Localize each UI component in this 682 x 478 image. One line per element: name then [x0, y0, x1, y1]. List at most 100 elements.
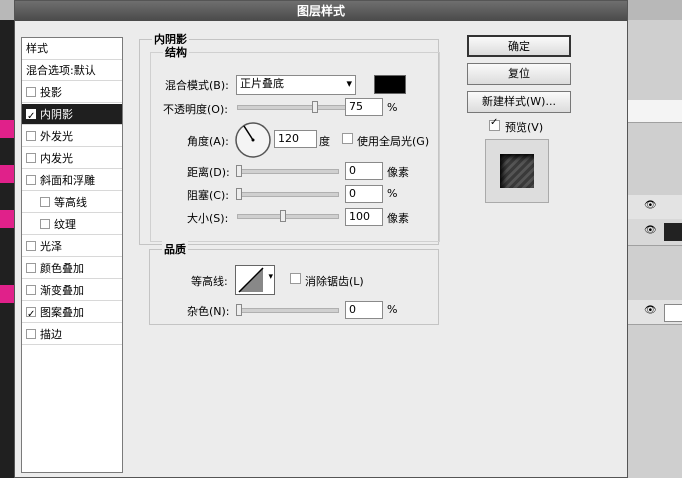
distance-unit: 像素 [387, 166, 409, 179]
style-list-checkbox[interactable] [26, 87, 36, 97]
size-slider[interactable] [237, 210, 339, 222]
blend-options-item[interactable]: 混合选项:默认 [22, 60, 122, 81]
style-list-item[interactable]: 光泽 [22, 236, 122, 257]
style-list-checkbox[interactable] [26, 285, 36, 295]
style-list-checkbox[interactable] [26, 263, 36, 273]
eye-icon[interactable]: 👁 [644, 225, 657, 236]
angle-dial[interactable] [234, 121, 272, 159]
preview-label: 预览(V) [505, 121, 544, 134]
choke-slider-handle[interactable] [236, 188, 242, 200]
new-style-button[interactable]: 新建样式(W)... [467, 91, 571, 113]
style-list-item[interactable]: 纹理 [22, 214, 122, 235]
style-list-item[interactable]: 内阴影 [22, 104, 122, 127]
style-list-item[interactable]: 颜色叠加 [22, 258, 122, 279]
style-list-item[interactable]: 外发光 [22, 126, 122, 147]
angle-unit: 度 [319, 135, 330, 148]
dialog-title: 图层样式 [15, 1, 627, 21]
style-list-item-label: 斜面和浮雕 [40, 174, 95, 187]
global-light-label: 使用全局光(G) [357, 135, 430, 148]
antialias-label: 消除锯齿(L) [305, 275, 364, 288]
reset-button[interactable]: 复位 [467, 63, 571, 85]
style-list-item-label: 纹理 [54, 218, 76, 231]
noise-slider-handle[interactable] [236, 304, 242, 316]
style-list-item[interactable]: 图案叠加 [22, 302, 122, 325]
blend-mode-label: 混合模式(B): [165, 79, 229, 92]
style-list-item-label: 等高线 [54, 196, 87, 209]
layer-style-dialog: 图层样式 样式 混合选项:默认 投影内阴影外发光内发光斜面和浮雕等高线纹理光泽颜… [14, 0, 628, 478]
noise-input[interactable]: 0 [345, 301, 383, 319]
style-list-checkbox[interactable] [40, 197, 50, 207]
style-list-item[interactable]: 等高线 [22, 192, 122, 213]
style-list-header: 样式 [22, 38, 122, 60]
blend-mode-select[interactable]: 正片叠底 ▾ [236, 75, 356, 95]
size-slider-handle[interactable] [280, 210, 286, 222]
style-list-item-label: 光泽 [40, 240, 62, 253]
choke-input[interactable]: 0 [345, 185, 383, 203]
distance-slider[interactable] [236, 165, 339, 177]
blend-mode-value: 正片叠底 [240, 77, 284, 90]
style-list-item[interactable]: 投影 [22, 82, 122, 103]
style-list-item[interactable]: 描边 [22, 324, 122, 345]
style-list-item-label: 内阴影 [40, 108, 73, 121]
layer-row[interactable]: 👁 [628, 219, 682, 246]
style-list-checkbox[interactable] [26, 241, 36, 251]
preview-swatch [500, 154, 534, 188]
global-light-checkbox[interactable] [342, 133, 353, 144]
noise-slider[interactable] [236, 304, 339, 316]
choke-label: 阻塞(C): [187, 189, 229, 202]
chevron-down-icon: ▾ [268, 272, 273, 282]
preview-checkbox[interactable] [489, 117, 500, 131]
style-list-item-label: 图案叠加 [40, 306, 84, 319]
distance-slider-handle[interactable] [236, 165, 242, 177]
contour-label: 等高线: [191, 275, 228, 288]
style-list-item-label: 外发光 [40, 130, 73, 143]
style-list-checkbox[interactable] [40, 219, 50, 229]
style-list-checkbox[interactable] [26, 106, 36, 127]
size-label: 大小(S): [187, 212, 229, 225]
chevron-down-icon: ▾ [346, 77, 352, 90]
eye-icon[interactable]: 👁 [644, 305, 657, 316]
layer-row[interactable]: 👁 [628, 300, 682, 325]
style-list-checkbox[interactable] [26, 131, 36, 141]
style-list: 样式 混合选项:默认 投影内阴影外发光内发光斜面和浮雕等高线纹理光泽颜色叠加渐变… [21, 37, 123, 473]
style-list-item-label: 投影 [40, 86, 62, 99]
shadow-color-swatch[interactable] [374, 75, 406, 94]
opacity-slider[interactable] [237, 101, 347, 113]
angle-input[interactable]: 120 [274, 130, 317, 148]
style-list-checkbox[interactable] [26, 153, 36, 163]
style-list-item-label: 渐变叠加 [40, 284, 84, 297]
style-list-item[interactable]: 渐变叠加 [22, 280, 122, 301]
background-layers-panel: 👁 👁 👁 [628, 20, 682, 478]
size-unit: 像素 [387, 212, 409, 225]
opacity-label: 不透明度(O): [163, 103, 228, 116]
opacity-unit: % [387, 101, 398, 114]
contour-preview-icon [238, 267, 264, 293]
style-list-item[interactable]: 内发光 [22, 148, 122, 169]
quality-title: 品质 [162, 241, 188, 257]
structure-title: 结构 [163, 44, 189, 60]
contour-picker[interactable]: ▾ [235, 265, 275, 295]
style-list-item[interactable]: 斜面和浮雕 [22, 170, 122, 191]
ok-button[interactable]: 确定 [467, 35, 571, 57]
distance-input[interactable]: 0 [345, 162, 383, 180]
style-list-item-label: 内发光 [40, 152, 73, 165]
preview-box [485, 139, 549, 203]
choke-slider[interactable] [236, 188, 339, 200]
distance-label: 距离(D): [187, 166, 230, 179]
opacity-slider-handle[interactable] [312, 101, 318, 113]
choke-unit: % [387, 187, 398, 200]
opacity-input[interactable]: 75 [345, 98, 383, 116]
style-list-item-label: 描边 [40, 328, 62, 341]
layer-thumbnail [664, 304, 682, 322]
angle-label: 角度(A): [187, 135, 229, 148]
layer-row[interactable]: 👁 [628, 195, 682, 220]
eye-icon[interactable]: 👁 [644, 200, 657, 211]
antialias-checkbox[interactable] [290, 273, 301, 284]
style-list-checkbox[interactable] [26, 175, 36, 185]
size-input[interactable]: 100 [345, 208, 383, 226]
style-list-item-label: 颜色叠加 [40, 262, 84, 275]
noise-unit: % [387, 303, 398, 316]
style-list-checkbox[interactable] [26, 304, 36, 325]
noise-label: 杂色(N): [187, 305, 230, 318]
style-list-checkbox[interactable] [26, 329, 36, 339]
